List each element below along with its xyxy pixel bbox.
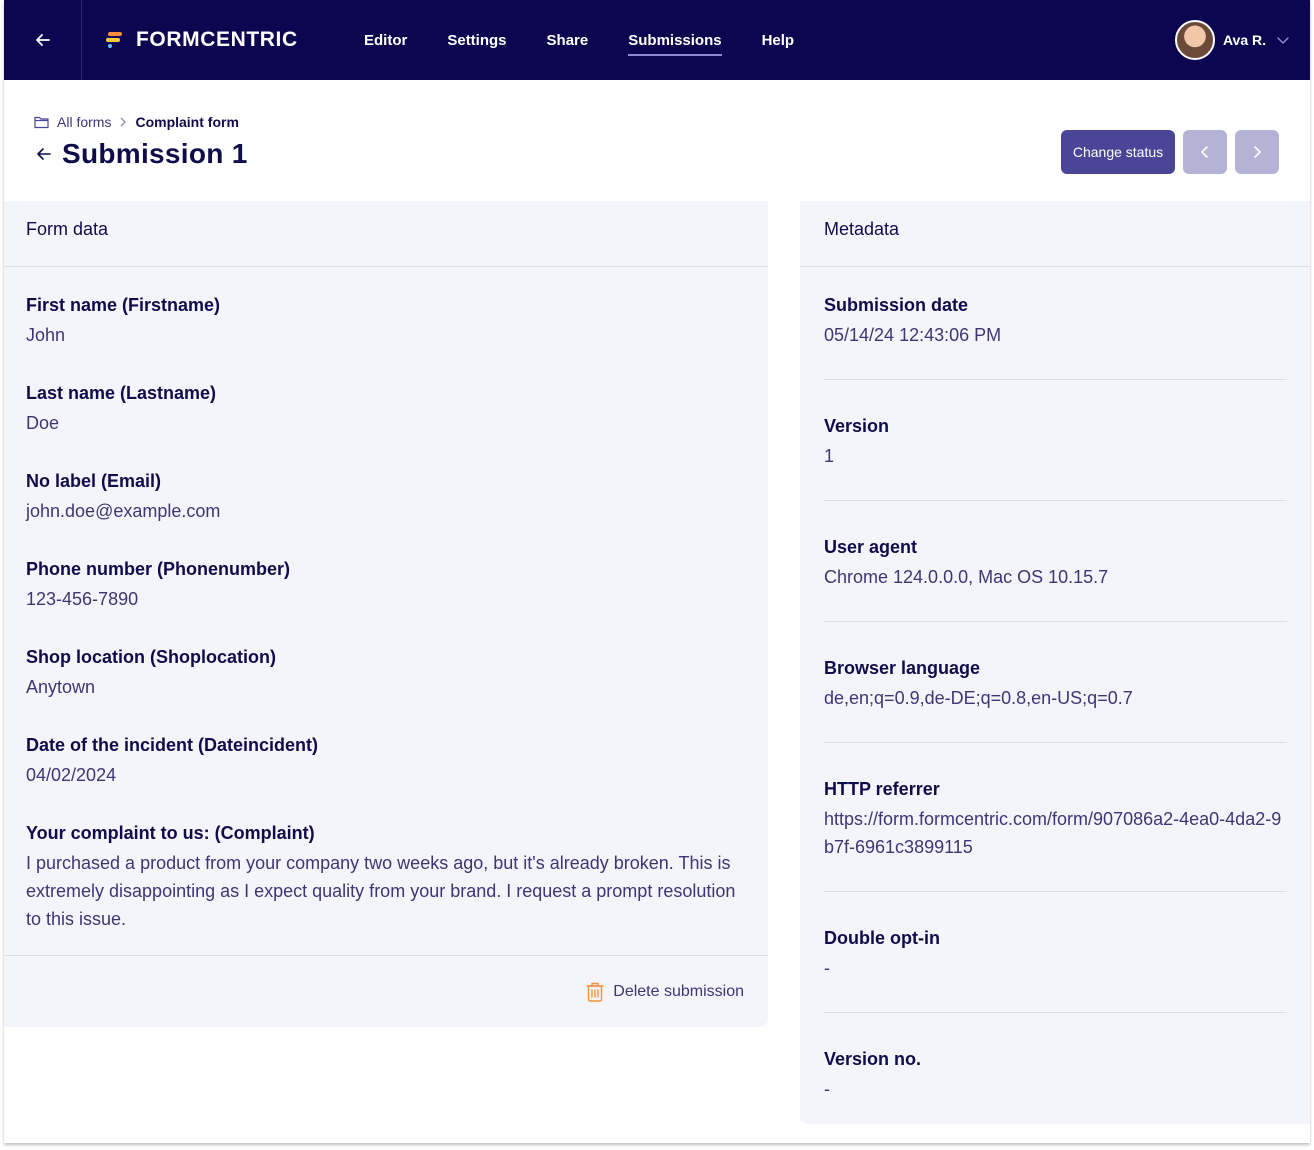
chevron-right-icon (1254, 146, 1262, 158)
delete-submission-label: Delete submission (613, 983, 744, 1000)
avatar (1174, 20, 1215, 60)
meta-divider (824, 891, 1287, 892)
form-field-phonenumber: Phone number (Phonenumber) 123-456-7890 (26, 557, 746, 613)
meta-label: Version no. (824, 1049, 922, 1069)
nav-editor[interactable]: Editor (364, 28, 407, 53)
meta-value: de,en;q=0.9,de-DE;q=0.8,en-US;q=0.7 (824, 688, 1133, 708)
field-value: I purchased a product from your company … (26, 853, 736, 929)
app-window: FORMCENTRIC Editor Settings Share Submis… (4, 0, 1310, 1143)
field-label: First name (Firstname) (26, 295, 221, 315)
previous-submission-button[interactable] (1183, 130, 1227, 174)
user-name: Ava R. (1222, 32, 1266, 48)
meta-submission-date: Submission date 05/14/24 12:43:06 PM (824, 293, 1286, 349)
page-title: Submission 1 (62, 138, 248, 169)
back-button[interactable] (4, 0, 82, 80)
change-status-button[interactable]: Change status (1061, 130, 1175, 174)
form-field-email: No label (Email) john.doe@example.com (26, 469, 746, 525)
breadcrumb: All forms Complaint form (34, 114, 239, 130)
meta-divider (824, 500, 1287, 501)
meta-http-referrer: HTTP referrer https://form.formcentric.c… (824, 777, 1286, 861)
meta-divider (824, 621, 1287, 622)
breadcrumb-all-forms[interactable]: All forms (57, 114, 111, 130)
field-label: No label (Email) (26, 471, 162, 491)
metadata-heading: Metadata (800, 201, 1310, 267)
meta-browser-language: Browser language de,en;q=0.9,de-DE;q=0.8… (824, 656, 1286, 712)
arrow-left-icon (37, 148, 51, 160)
nav-settings[interactable]: Settings (447, 28, 506, 53)
meta-divider (824, 379, 1287, 380)
field-value: 123-456-7890 (26, 589, 139, 609)
field-value: John (26, 325, 66, 345)
form-field-lastname: Last name (Lastname) Doe (26, 381, 746, 437)
form-field-shoplocation: Shop location (Shoplocation) Anytown (26, 645, 746, 701)
meta-label: User agent (824, 537, 918, 557)
field-value: Doe (26, 413, 60, 433)
meta-user-agent: User agent Chrome 124.0.0.0, Mac OS 10.1… (824, 535, 1286, 591)
nav-help[interactable]: Help (762, 28, 795, 53)
field-value: 04/02/2024 (26, 765, 117, 785)
meta-label: Double opt-in (824, 928, 940, 948)
meta-label: HTTP referrer (824, 779, 940, 799)
meta-value: https://form.formcentric.com/form/907086… (824, 809, 1282, 857)
title-back-button[interactable] (34, 144, 54, 164)
form-field-complaint: Your complaint to us: (Complaint) I purc… (26, 821, 746, 933)
field-label: Your complaint to us: (Complaint) (26, 823, 315, 843)
form-data-heading: Form data (4, 201, 768, 267)
breadcrumb-current: Complaint form (135, 114, 239, 130)
meta-divider (824, 742, 1287, 743)
next-submission-button[interactable] (1235, 130, 1279, 174)
chevron-right-icon (119, 117, 127, 127)
meta-label: Version (824, 416, 890, 436)
folder-icon (34, 115, 49, 129)
chevron-down-icon (1277, 37, 1289, 44)
meta-divider (824, 1012, 1287, 1013)
brand-name: FORMCENTRIC (136, 28, 298, 51)
meta-value: Chrome 124.0.0.0, Mac OS 10.15.7 (824, 567, 1109, 587)
meta-version: Version 1 (824, 414, 1286, 470)
field-label: Shop location (Shoplocation) (26, 647, 276, 667)
field-label: Phone number (Phonenumber) (26, 559, 291, 579)
form-data-panel: Form data First name (Firstname) John La… (4, 201, 768, 1027)
panel-divider (4, 955, 768, 956)
logo-mark-icon (104, 28, 124, 52)
metadata-panel: Metadata Submission date 05/14/24 12:43:… (800, 201, 1310, 1124)
meta-double-opt-in: Double opt-in - (824, 926, 1286, 982)
field-value: Anytown (26, 677, 96, 697)
main-nav: Editor Settings Share Submissions Help (364, 0, 834, 80)
meta-value: - (824, 1079, 830, 1099)
meta-version-no: Version no. - (824, 1047, 1286, 1103)
meta-value: - (824, 958, 830, 978)
meta-value: 05/14/24 12:43:06 PM (824, 325, 1002, 345)
trash-icon (585, 981, 605, 1003)
title-row: Submission 1 (34, 138, 248, 170)
form-field-firstname: First name (Firstname) John (26, 293, 746, 349)
top-navigation: FORMCENTRIC Editor Settings Share Submis… (4, 0, 1310, 80)
form-field-dateincident: Date of the incident (Dateincident) 04/0… (26, 733, 746, 789)
meta-value: 1 (824, 446, 835, 466)
nav-share[interactable]: Share (547, 28, 589, 53)
nav-submissions[interactable]: Submissions (628, 28, 722, 56)
field-label: Date of the incident (Dateincident) (26, 735, 319, 755)
user-menu[interactable]: Ava R. (1174, 20, 1290, 60)
arrow-left-icon (35, 34, 50, 46)
field-value: john.doe@example.com (26, 501, 221, 521)
meta-label: Submission date (824, 295, 969, 315)
brand-logo[interactable]: FORMCENTRIC (104, 27, 298, 53)
chevron-left-icon (1200, 146, 1208, 158)
delete-submission-button[interactable]: Delete submission (585, 981, 744, 1003)
meta-label: Browser language (824, 658, 981, 678)
field-label: Last name (Lastname) (26, 383, 217, 403)
